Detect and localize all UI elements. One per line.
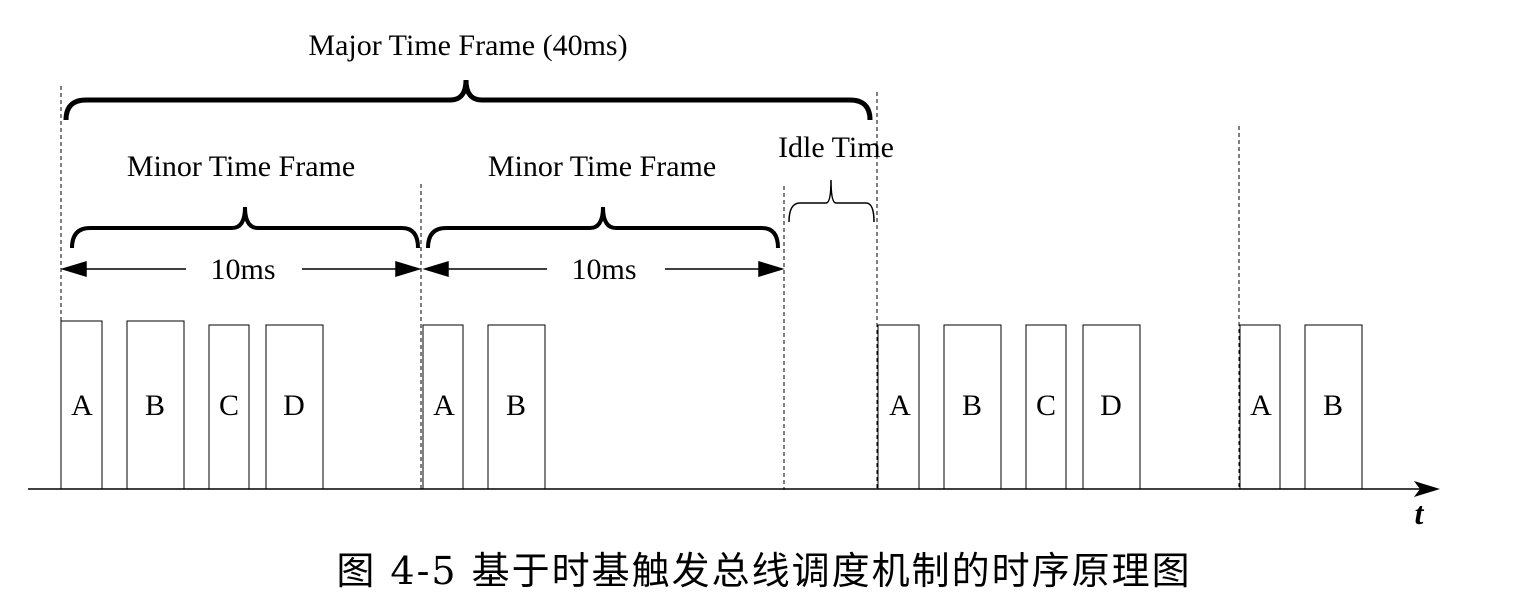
task-slot-label: B	[145, 389, 165, 422]
frame-boundaries	[60, 86, 1240, 490]
idle-time-brace	[788, 179, 875, 223]
major-frame-brace	[63, 79, 873, 121]
task-slot-label: A	[889, 389, 911, 422]
arrowhead-left-icon	[60, 260, 87, 278]
minor-frame-label-2: Minor Time Frame	[488, 150, 716, 183]
arrowhead-right-icon	[758, 260, 785, 278]
task-slot-label: A	[1250, 389, 1272, 422]
task-slot-label: D	[1100, 389, 1122, 422]
arrowhead-left-icon	[422, 260, 449, 278]
minor-frame-brace-2	[426, 206, 780, 249]
slot-group-4: A B	[1239, 324, 1363, 490]
idle-time-label: Idle Time	[778, 131, 894, 164]
duration-label-2: 10ms	[571, 253, 636, 286]
slot-group-2: A B	[422, 324, 546, 490]
slot-group-1: A B C D	[60, 320, 324, 490]
slot-group-3: A B C D	[877, 324, 1141, 490]
task-slot-label: B	[506, 389, 526, 422]
arrowhead-right-icon	[395, 260, 422, 278]
minor-frame-brace-1	[70, 206, 420, 249]
figure-caption: 图 4-5 基于时基触发总线调度机制的时序原理图	[336, 549, 1192, 593]
task-slot-label: A	[433, 389, 455, 422]
task-slot-label: A	[71, 389, 93, 422]
time-axis-label: t	[1415, 495, 1425, 531]
task-slot-label: D	[283, 389, 305, 422]
minor-frame-label-1: Minor Time Frame	[127, 150, 355, 183]
task-slot-label: C	[219, 389, 239, 422]
timing-diagram: Major Time Frame (40ms) Minor Time Frame…	[28, 29, 1440, 531]
major-frame-label: Major Time Frame (40ms)	[308, 29, 627, 62]
task-slot-label: B	[962, 389, 982, 422]
task-slot-label: B	[1323, 389, 1343, 422]
task-slot-label: C	[1036, 389, 1056, 422]
duration-label-1: 10ms	[210, 253, 275, 286]
